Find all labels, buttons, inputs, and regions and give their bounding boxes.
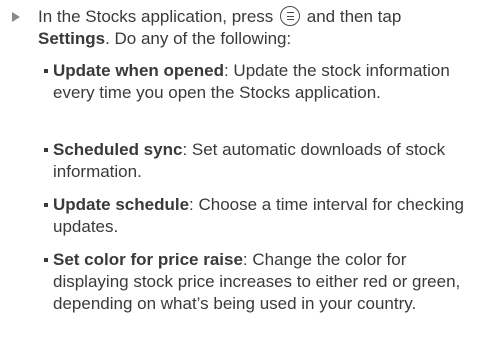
instruction-text: In the Stocks application, press and the… bbox=[38, 6, 470, 50]
option-label: Update when opened bbox=[53, 61, 224, 80]
instruction-part2: and then tap bbox=[306, 7, 402, 26]
list-item: Set color for price raise: Change the co… bbox=[44, 249, 472, 315]
settings-label: Settings bbox=[38, 29, 106, 48]
bullet-icon bbox=[44, 148, 48, 152]
bullet-icon bbox=[44, 203, 48, 207]
option-label: Scheduled sync bbox=[53, 140, 183, 159]
bullet-icon bbox=[44, 69, 48, 73]
option-label: Set color for price raise bbox=[53, 250, 243, 269]
list-item: Update when opened: Update the stock inf… bbox=[44, 60, 472, 104]
option-label: Update schedule bbox=[53, 195, 190, 214]
list-item: Scheduled sync: Set automatic downloads … bbox=[44, 139, 472, 183]
instruction-part1: In the Stocks application, press bbox=[38, 7, 274, 26]
arrow-right-icon bbox=[12, 12, 20, 22]
instruction-part3: . Do any of the following: bbox=[105, 29, 292, 48]
list-item: Update schedule: Choose a time interval … bbox=[44, 194, 472, 238]
bullet-icon bbox=[44, 258, 48, 262]
menu-icon bbox=[280, 6, 301, 26]
